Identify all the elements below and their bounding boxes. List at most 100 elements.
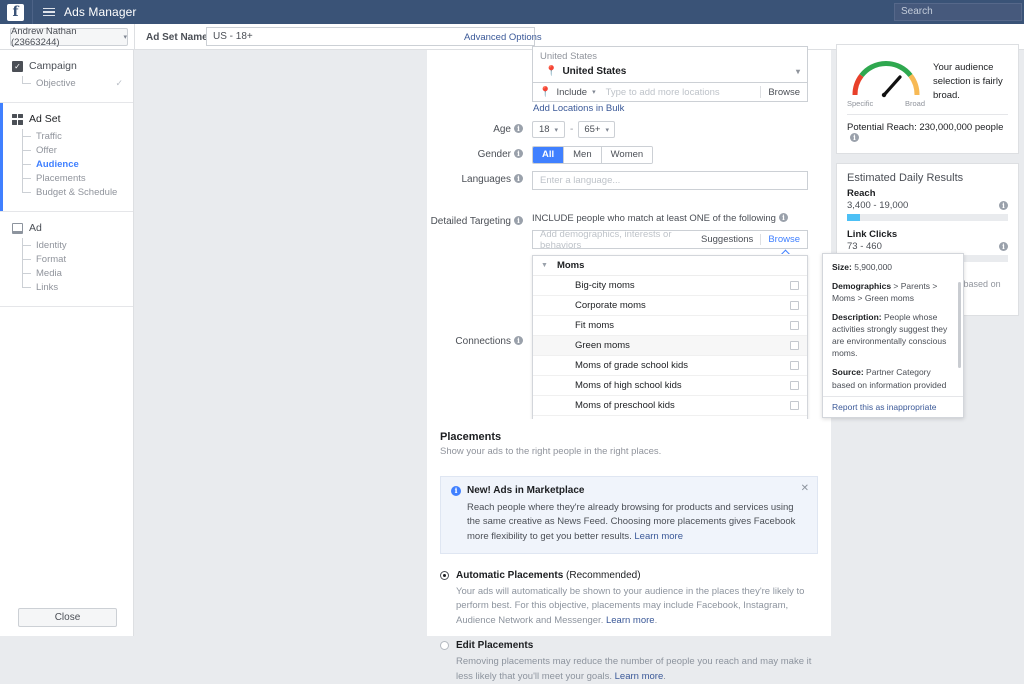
metric-reach: Reach 3,400 - 19,000 i [837, 188, 1018, 229]
sidebar-item-label: Media [36, 267, 62, 279]
list-item[interactable]: Big-city moms [533, 276, 807, 296]
tree-tick [22, 82, 31, 84]
search-input[interactable]: Search [894, 3, 1022, 21]
complete-check-icon: ✓ [115, 77, 123, 88]
info-icon[interactable]: i [999, 242, 1008, 251]
languages-input[interactable]: Enter a language... [532, 171, 808, 190]
nav-head-ad[interactable]: Ad [0, 222, 133, 234]
selected-location[interactable]: 📍 United States ▾ [533, 64, 807, 82]
info-icon[interactable]: i [999, 201, 1008, 210]
gender-option-women[interactable]: Women [600, 147, 653, 163]
radio-label-automatic[interactable]: Automatic Placements (Recommended) [456, 570, 641, 581]
list-item[interactable]: Moms of grade school kids [533, 356, 807, 376]
radio-description-automatic: Your ads will automatically be shown to … [456, 585, 805, 627]
info-icon[interactable]: i [514, 149, 523, 158]
list-item-label: Corporate moms [575, 300, 646, 311]
chevron-down-icon: ▾ [554, 126, 559, 134]
location-include-selector[interactable]: 📍 Include ▾ [533, 87, 602, 98]
placement-option-edit: Edit Placements Removing placements may … [440, 640, 818, 684]
info-icon[interactable]: i [778, 213, 788, 222]
close-icon[interactable]: ✕ [801, 483, 809, 494]
nav-sublist-campaign: Objective ✓ [0, 76, 133, 90]
sidebar-item-traffic[interactable]: Traffic [22, 129, 133, 143]
potential-reach-value: 230,000,000 people [919, 122, 1004, 133]
info-icon[interactable]: i [514, 124, 523, 133]
report-inappropriate-link[interactable]: Report this as inappropriate [823, 396, 963, 417]
tooltip-source: Source: Partner Category based on inform… [832, 366, 954, 394]
nav-head-campaign[interactable]: ✓ Campaign [0, 60, 133, 72]
location-search-input[interactable]: Type to add more locations [602, 87, 761, 98]
sidebar-item-objective[interactable]: Objective ✓ [22, 76, 133, 90]
chevron-down-icon[interactable]: ▾ [796, 67, 800, 76]
placement-option-automatic: Automatic Placements (Recommended) Your … [440, 570, 818, 629]
gender-option-men[interactable]: Men [563, 147, 601, 163]
chevron-down-icon: ▾ [605, 126, 609, 134]
audience-message: Your audience selection is fairly broad. [933, 62, 1003, 101]
checkbox[interactable] [790, 361, 799, 370]
detailed-targeting-input[interactable]: Add demographics, interests or behaviors [533, 229, 694, 251]
nav-sublist-ad: Identity Format Media Links [0, 238, 133, 294]
sidebar-item-media[interactable]: Media [22, 266, 133, 280]
edit-learn-more-link[interactable]: Learn more [615, 671, 664, 682]
tooltip-scrollbar[interactable] [958, 282, 961, 368]
close-button[interactable]: Close [18, 608, 117, 627]
tree-tick [22, 163, 31, 165]
list-item-green-moms[interactable]: Green moms [533, 336, 807, 356]
notice-learn-more-link[interactable]: Learn more [634, 531, 683, 542]
list-item-label: Fit moms [575, 320, 615, 331]
advanced-options-link[interactable]: Advanced Options [464, 32, 542, 43]
checkbox[interactable] [790, 341, 799, 350]
sidebar-item-format[interactable]: Format [22, 252, 133, 266]
sidebar-item-label: Identity [36, 239, 67, 251]
radio-automatic-placements[interactable] [440, 570, 449, 580]
age-min-select[interactable]: 18 ▾ [532, 121, 565, 138]
checkbox[interactable] [790, 281, 799, 290]
hamburger-menu-icon[interactable] [43, 7, 55, 17]
info-icon[interactable]: i [850, 133, 859, 142]
sidebar-item-placements[interactable]: Placements [22, 171, 133, 185]
age-max-select[interactable]: 65+ ▾ [578, 121, 615, 138]
detailed-targeting-input-wrap: Add demographics, interests or behaviors… [532, 229, 808, 251]
gender-option-all[interactable]: All [533, 147, 564, 163]
checkbox[interactable] [790, 401, 799, 410]
suggestions-button[interactable]: Suggestions [694, 234, 760, 245]
audience-gauge: Specific Broad [847, 55, 925, 108]
info-icon[interactable]: i [514, 336, 523, 345]
info-icon[interactable]: i [514, 174, 523, 183]
tooltip-size-value: 5,900,000 [854, 262, 893, 272]
sidebar-item-identity[interactable]: Identity [22, 238, 133, 252]
facebook-logo[interactable]: f [7, 3, 24, 21]
sidebar-item-budget-schedule[interactable]: Budget & Schedule [22, 185, 133, 199]
connections-label: Connections i [427, 333, 532, 352]
tree-tick [22, 191, 31, 193]
list-item[interactable]: Corporate moms [533, 296, 807, 316]
locations-browse-button[interactable]: Browse [761, 87, 807, 98]
list-item[interactable]: Moms of preschool kids [533, 396, 807, 416]
nav-head-adset[interactable]: Ad Set [0, 113, 133, 125]
list-item[interactable]: Moms of high school kids [533, 376, 807, 396]
info-icon[interactable]: i [514, 216, 523, 225]
audience-form-card: United States 📍 United States ▾ 📍 Includ… [427, 46, 831, 420]
checkbox[interactable] [790, 301, 799, 310]
checkbox[interactable] [790, 321, 799, 330]
sidebar-item-links[interactable]: Links [22, 280, 133, 294]
automatic-learn-more-link[interactable]: Learn more [606, 615, 655, 626]
tooltip-demographics: Demographics > Parents > Moms > Green mo… [832, 280, 954, 304]
radio-label-edit[interactable]: Edit Placements [456, 640, 533, 651]
dropdown-group-header[interactable]: ▼ Moms [533, 256, 807, 276]
add-locations-bulk-link[interactable]: Add Locations in Bulk [533, 103, 624, 114]
tree-tick [22, 286, 31, 288]
notice-body-text: Reach people where they're already brows… [467, 502, 796, 542]
radio-description-edit: Removing placements may reduce the numbe… [456, 655, 812, 682]
radio-edit-placements[interactable] [440, 640, 449, 650]
checkbox[interactable] [790, 381, 799, 390]
account-selector[interactable]: Andrew Nathan (23663244) ▾ [10, 26, 128, 48]
sidebar-item-offer[interactable]: Offer [22, 143, 133, 157]
metric-bar-track [847, 214, 1008, 221]
tooltip-description-label: Description: [832, 312, 882, 323]
sidebar-item-label: Links [36, 281, 59, 293]
sidebar-item-audience[interactable]: Audience [22, 157, 133, 171]
targeting-browse-button[interactable]: Browse [760, 234, 807, 245]
tooltip-body: Size: 5,900,000 Demographics > Parents >… [823, 254, 963, 394]
list-item[interactable]: Fit moms [533, 316, 807, 336]
